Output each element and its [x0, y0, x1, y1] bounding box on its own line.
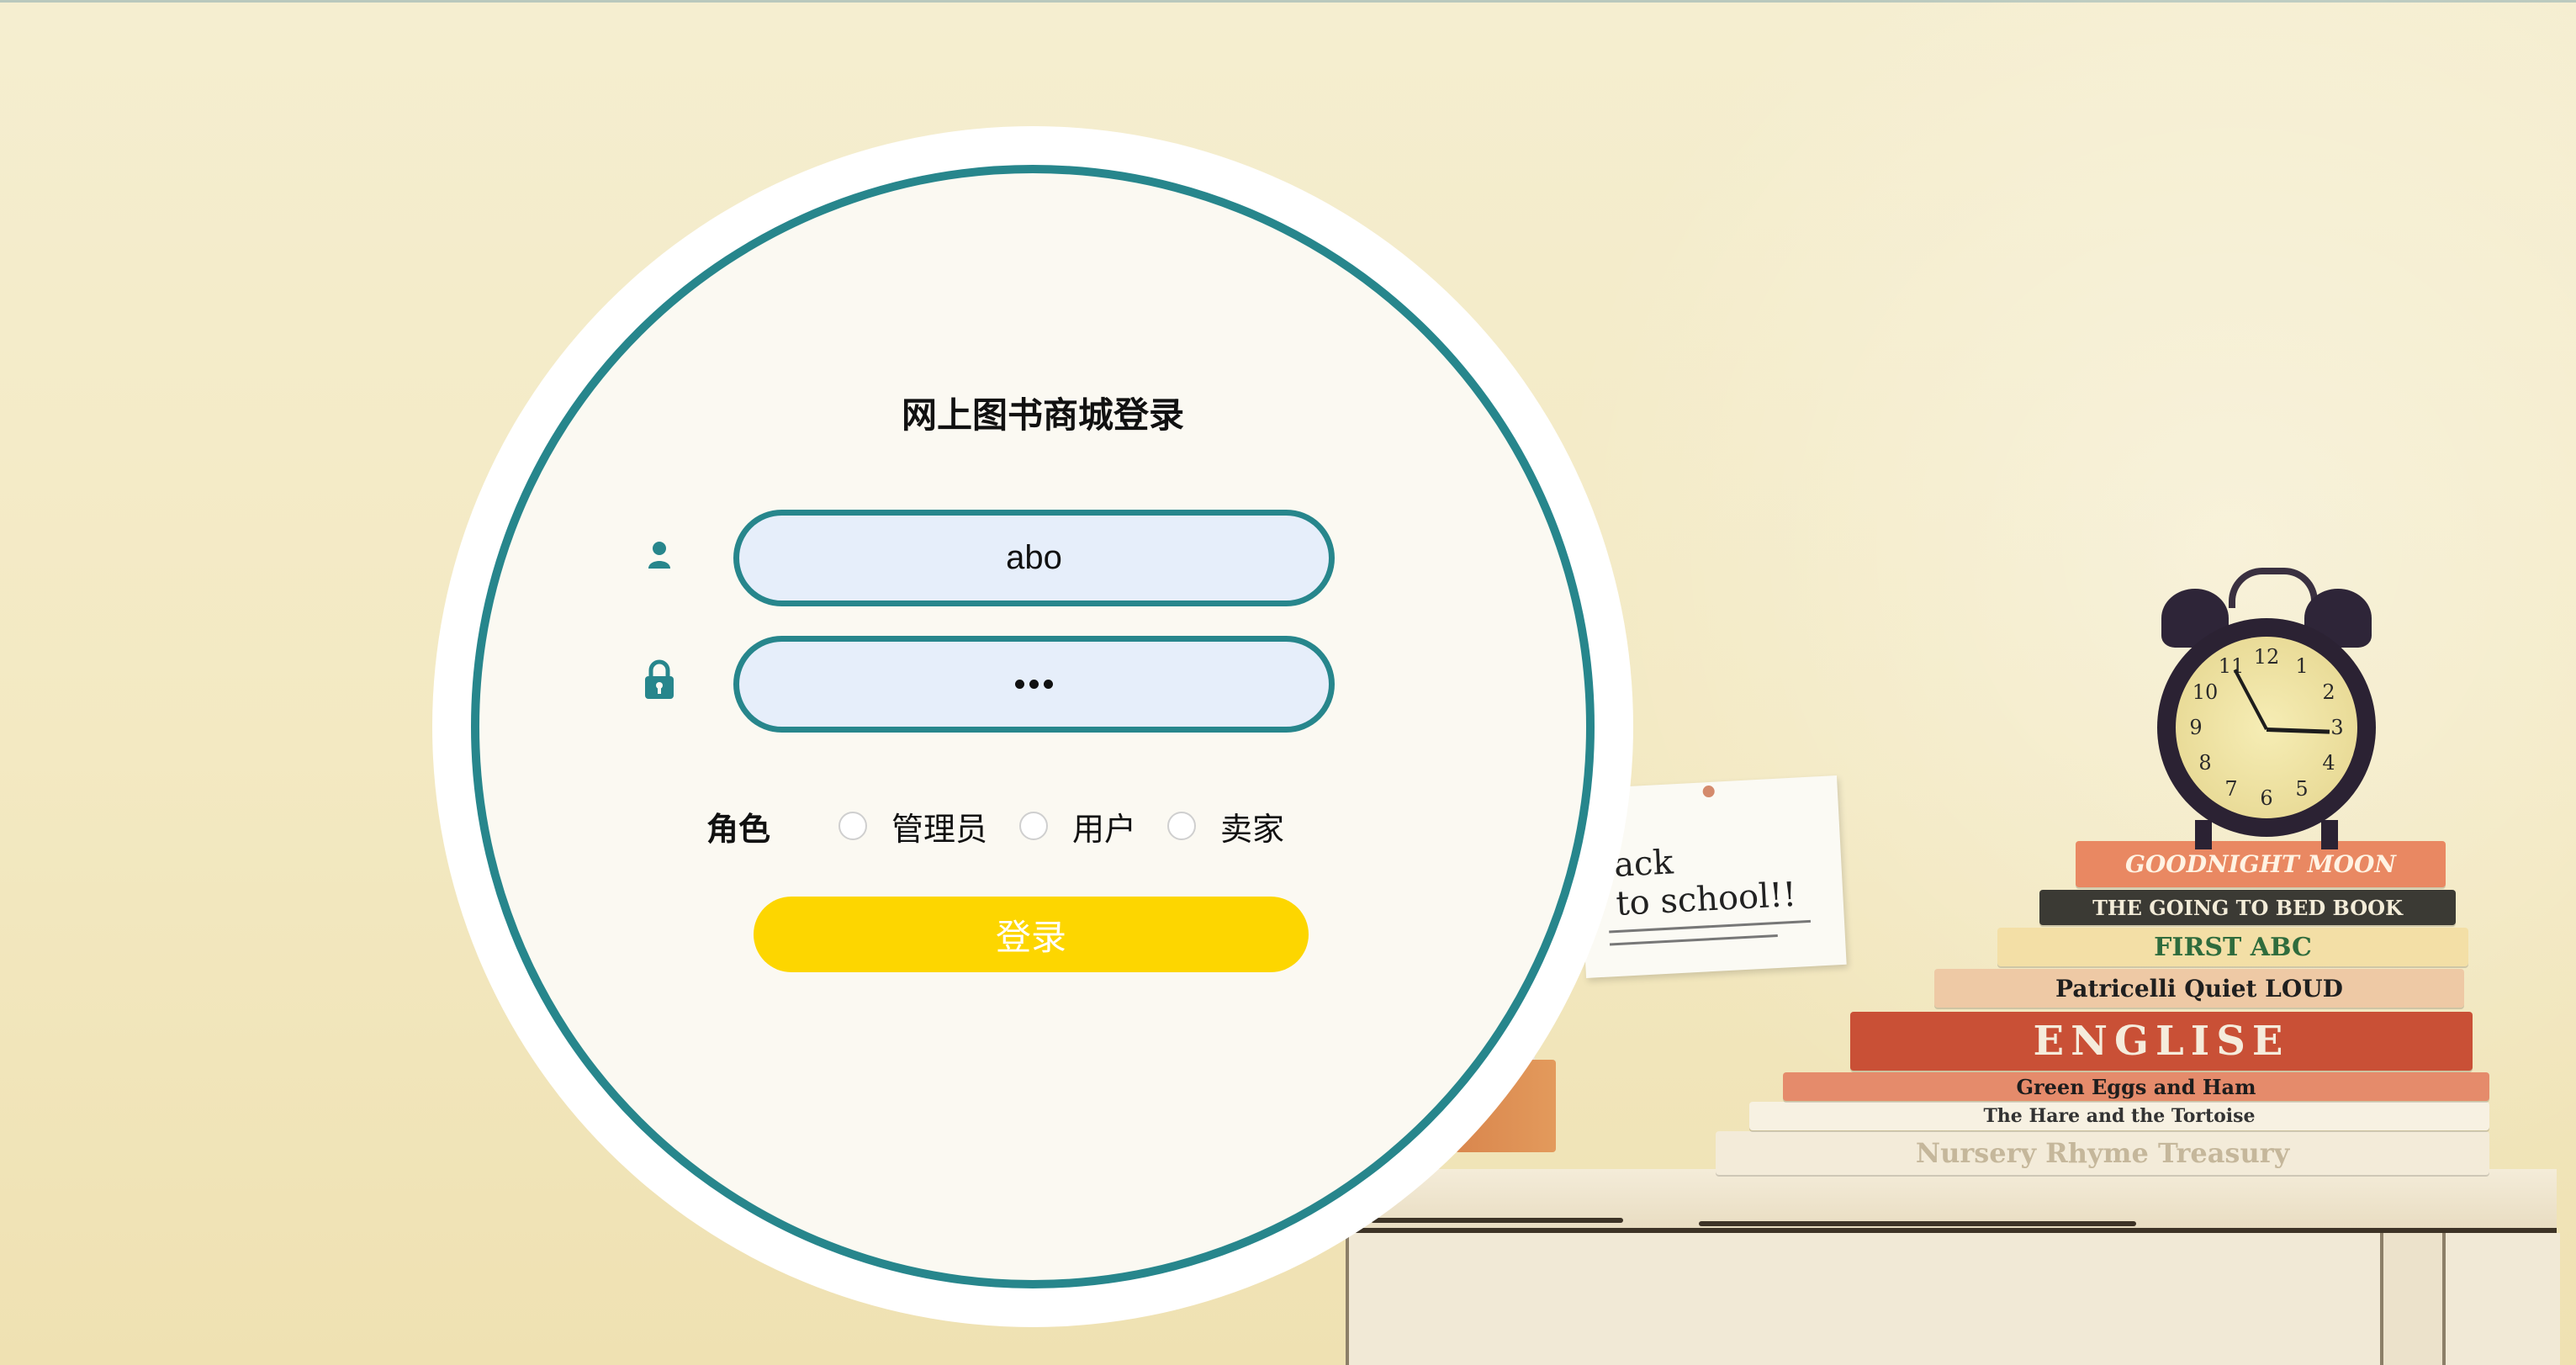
role-radio-seller[interactable] — [1167, 812, 1196, 840]
clock-number: 12 — [2253, 645, 2280, 669]
login-page: ack to school!! Nursery Rhyme Treasury T… — [0, 0, 2576, 1365]
clock-number: 4 — [2322, 751, 2335, 775]
role-option-seller[interactable]: 卖家 — [1220, 803, 1284, 849]
clock-number: 11 — [2218, 654, 2245, 678]
book: FIRST ABC — [1997, 928, 2468, 966]
clock-number: 7 — [2224, 777, 2238, 801]
role-radio-user[interactable] — [1019, 812, 1048, 840]
clock-handle — [2229, 568, 2318, 608]
book: Nursery Rhyme Treasury — [1716, 1131, 2489, 1175]
user-icon — [648, 542, 670, 569]
book: ENGLISE — [1850, 1012, 2473, 1071]
book: Green Eggs and Ham — [1783, 1072, 2489, 1101]
lock-icon — [645, 659, 674, 699]
clock-number: 3 — [2330, 716, 2344, 739]
clock-body: 12 1 2 3 4 5 6 7 8 9 10 11 — [2157, 618, 2376, 837]
clock-number: 6 — [2260, 786, 2273, 810]
wooden-table — [1346, 1169, 2576, 1365]
clock-number: 1 — [2295, 654, 2309, 678]
username-input[interactable] — [733, 510, 1335, 606]
login-button[interactable]: 登录 — [754, 897, 1309, 972]
book: The Hare and the Tortoise — [1749, 1102, 2489, 1130]
clock-number: 9 — [2189, 716, 2203, 739]
clock-number: 2 — [2322, 680, 2335, 704]
table-front — [1346, 1233, 2560, 1365]
note-text: ack to school!! — [1613, 837, 1797, 923]
book: Patricelli Quiet LOUD — [1934, 969, 2464, 1008]
clock-leg — [2321, 820, 2338, 849]
login-title: 网上图书商城登录 — [901, 394, 1184, 436]
clock-hour-hand — [2266, 727, 2330, 734]
role-option-user[interactable]: 用户 — [1072, 803, 1136, 849]
alarm-clock: 12 1 2 3 4 5 6 7 8 9 10 11 — [2145, 563, 2388, 849]
clock-number: 8 — [2198, 751, 2212, 775]
clock-number: 10 — [2192, 680, 2219, 704]
book: THE GOING TO BED BOOK — [2039, 890, 2456, 925]
password-input[interactable] — [733, 636, 1335, 733]
role-radio-admin[interactable] — [838, 812, 867, 840]
clock-number: 5 — [2295, 777, 2309, 801]
role-option-admin[interactable]: 管理员 — [891, 803, 987, 849]
note-scribble — [1609, 934, 1778, 946]
clock-leg — [2195, 820, 2212, 849]
clock-minute-hand — [2233, 669, 2268, 730]
note-line-2: to school!! — [1615, 875, 1798, 923]
role-label: 角色 — [706, 811, 771, 848]
table-leg — [2380, 1233, 2446, 1365]
table-scratch — [1371, 1218, 1623, 1223]
table-scratch — [1699, 1221, 2136, 1226]
clock-face: 12 1 2 3 4 5 6 7 8 9 10 11 — [2176, 637, 2357, 818]
pin-icon — [1702, 785, 1716, 798]
